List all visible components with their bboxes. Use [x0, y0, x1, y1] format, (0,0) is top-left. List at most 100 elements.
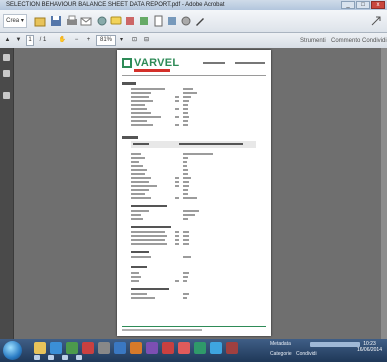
text-line	[183, 235, 189, 237]
open-icon[interactable]	[34, 15, 46, 27]
tray-small-icon[interactable]	[34, 355, 40, 360]
brand-name: VARVEL	[134, 57, 180, 69]
tab-tools[interactable]: Strumenti	[300, 36, 326, 46]
text-line	[183, 169, 188, 171]
export-icon[interactable]	[166, 15, 178, 27]
word-icon[interactable]	[114, 342, 126, 354]
zoom-out-button[interactable]: −	[72, 35, 81, 46]
page-number-input[interactable]: 1	[26, 35, 34, 46]
text-line	[175, 280, 179, 282]
email-icon[interactable]	[80, 15, 92, 27]
vertical-scrollbar[interactable]	[381, 48, 387, 339]
text-line	[183, 104, 188, 106]
explorer-icon[interactable]	[34, 342, 46, 354]
text-line	[131, 124, 153, 126]
maximize-button[interactable]: □	[356, 1, 370, 9]
app-icon[interactable]	[98, 342, 110, 354]
text-line	[183, 189, 188, 191]
sign-pen-icon[interactable]	[194, 15, 206, 27]
app-icon[interactable]	[194, 342, 206, 354]
text-line	[131, 173, 145, 175]
text-line	[183, 243, 189, 245]
text-line	[131, 243, 167, 245]
text-line	[131, 218, 143, 220]
next-page-icon[interactable]: ▼	[14, 35, 23, 46]
text-line	[131, 96, 149, 98]
tray-small-icon[interactable]	[62, 355, 68, 360]
text-line	[131, 214, 141, 216]
tray-small-icon[interactable]	[48, 355, 54, 360]
text-line	[131, 181, 149, 183]
header-text-2	[235, 62, 265, 64]
tray-label[interactable]: Condividi	[296, 351, 317, 357]
minimize-button[interactable]: _	[341, 1, 355, 9]
subsection-heading	[131, 288, 169, 290]
text-line	[131, 112, 151, 114]
app-icon[interactable]	[226, 342, 238, 354]
comment-icon[interactable]	[110, 15, 122, 27]
save-icon[interactable]	[50, 15, 62, 27]
text-line	[183, 197, 197, 199]
bookmarks-icon[interactable]	[3, 70, 10, 77]
zoom-level-field[interactable]: 81%	[96, 35, 116, 46]
window-controls: _ □ x	[341, 1, 385, 9]
fit-width-icon[interactable]: ⊟	[142, 35, 151, 46]
text-line	[175, 116, 179, 118]
text-line	[183, 88, 193, 90]
tray-label[interactable]: Categorie	[270, 351, 292, 357]
page-thumbnails-icon[interactable]	[3, 54, 10, 61]
text-line	[131, 293, 147, 295]
text-line	[183, 214, 195, 216]
app-icon[interactable]	[178, 342, 190, 354]
excel-icon[interactable]	[66, 342, 78, 354]
text-line	[183, 92, 197, 94]
ie-icon[interactable]	[50, 342, 62, 354]
create-button[interactable]: Crea ▾	[3, 14, 27, 28]
secure-icon[interactable]	[180, 15, 192, 27]
text-line	[175, 239, 179, 241]
navigation-toolbar: ▲ ▼ 1 / 1 ✋ − + 81% ▾ ⊡ ⊟	[0, 33, 387, 49]
zoom-dropdown-icon[interactable]: ▾	[118, 35, 125, 46]
hand-tool-icon[interactable]: ✋	[58, 35, 67, 46]
stamp-icon[interactable]	[124, 15, 136, 27]
app-icon[interactable]	[146, 342, 158, 354]
text-line	[131, 88, 165, 90]
tray-label[interactable]: Metadata	[270, 341, 291, 347]
text-line	[183, 112, 188, 114]
text-line	[175, 108, 179, 110]
text-line	[131, 104, 145, 106]
subsection-heading	[131, 205, 167, 207]
text-line	[131, 280, 139, 282]
text-line	[175, 124, 179, 126]
app-icon[interactable]	[162, 342, 174, 354]
previous-page-icon[interactable]: ▲	[3, 35, 12, 46]
tray-small-icon[interactable]	[76, 355, 82, 360]
section-heading	[122, 82, 136, 85]
text-line	[131, 157, 145, 159]
expand-icon[interactable]	[370, 15, 382, 27]
text-line	[131, 108, 147, 110]
tab-comment[interactable]: Commento	[331, 36, 360, 46]
fit-page-icon[interactable]: ⊡	[130, 35, 139, 46]
text-line	[183, 256, 191, 258]
zoom-in-button[interactable]: +	[84, 35, 93, 46]
text-line	[183, 116, 189, 118]
tray-icons[interactable]	[310, 342, 360, 347]
print-icon[interactable]	[66, 15, 78, 27]
tab-share[interactable]: Condividi	[362, 36, 387, 46]
sign-icon[interactable]	[138, 15, 150, 27]
text-line	[131, 231, 165, 233]
acrobat-icon[interactable]	[82, 342, 94, 354]
text-line	[131, 235, 167, 237]
clock[interactable]: 10:23 16/06/2014	[357, 341, 382, 353]
close-button[interactable]: x	[371, 1, 385, 9]
outlook-icon[interactable]	[130, 342, 142, 354]
start-button[interactable]	[3, 341, 22, 360]
settings-icon[interactable]	[96, 15, 108, 27]
text-line	[183, 272, 189, 274]
app-icon[interactable]	[210, 342, 222, 354]
text-line	[183, 239, 189, 241]
document-icon[interactable]	[152, 15, 164, 27]
text-line	[175, 177, 179, 179]
attachments-icon[interactable]	[3, 92, 10, 99]
